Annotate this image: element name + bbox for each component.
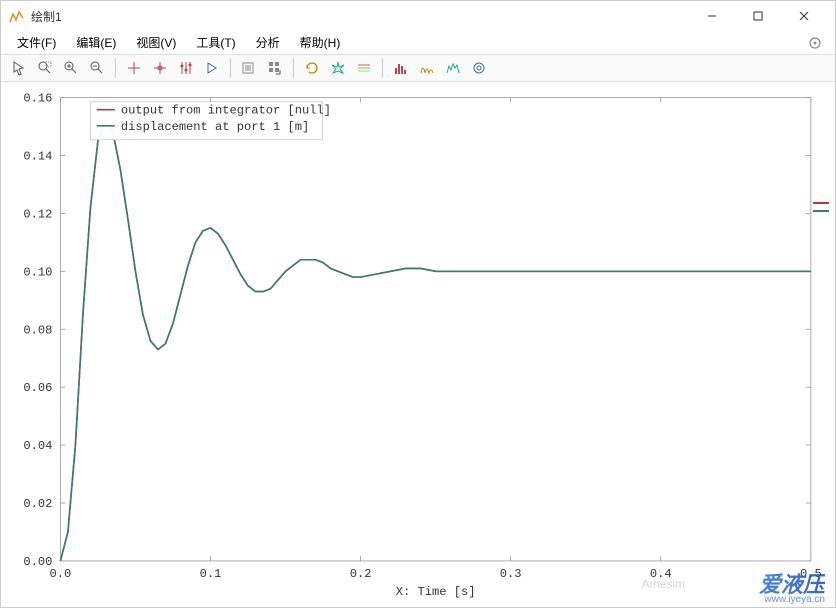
svg-text:0.5: 0.5 [800,567,822,581]
series2-mark [813,210,829,212]
toolbar [1,55,835,82]
settings-icon[interactable] [807,35,823,51]
svg-text:0.16: 0.16 [23,92,52,106]
svg-text:0.04: 0.04 [23,439,52,453]
svg-text:0.4: 0.4 [650,567,672,581]
svg-text:displacement at port 1 [m]: displacement at port 1 [m] [121,120,309,134]
menu-help[interactable]: 帮助(H) [290,31,351,54]
window-controls [689,1,827,31]
app-window: 绘制1 文件(F) 编辑(E) 视图(V) 工具(T) 分析 帮助(H) [0,0,836,608]
histogram-tool[interactable] [389,56,413,80]
zoom-in-tool[interactable] [59,56,83,80]
plot-area[interactable]: 0.0 0.1 0.2 0.3 0.4 0.5 0.00 0.02 0.04 0.06 0.08 0.… [1,82,835,607]
play-tool[interactable] [200,56,224,80]
svg-text:0.2: 0.2 [350,567,372,581]
plot-canvas[interactable]: 0.0 0.1 0.2 0.3 0.4 0.5 0.00 0.02 0.04 0.06 0.08 0.… [5,86,831,603]
svg-text:0.3: 0.3 [500,567,522,581]
menu-edit[interactable]: 编辑(E) [66,31,126,54]
layers-tool[interactable] [352,56,376,80]
series1-mark [813,202,829,204]
zoom-out-tool[interactable] [85,56,109,80]
menu-bar: 文件(F) 编辑(E) 视图(V) 工具(T) 分析 帮助(H) [1,31,835,55]
pointer-tool[interactable] [7,56,31,80]
maximize-button[interactable] [735,1,781,31]
minimize-button[interactable] [689,1,735,31]
menu-file[interactable]: 文件(F) [7,31,66,54]
grid-tool[interactable] [263,56,287,80]
title-bar: 绘制1 [1,1,835,31]
svg-text:0.08: 0.08 [23,324,52,338]
svg-text:0.12: 0.12 [23,208,52,222]
svg-text:0.06: 0.06 [23,381,52,395]
svg-text:0.0: 0.0 [50,567,72,581]
fft-tool[interactable] [415,56,439,80]
menu-view[interactable]: 视图(V) [126,31,186,54]
crosshair-tool[interactable] [122,56,146,80]
menu-analysis[interactable]: 分析 [246,31,290,54]
svg-text:0.14: 0.14 [23,150,52,164]
spectrum-tool[interactable] [441,56,465,80]
series-color-marks [813,202,829,212]
sliders-tool[interactable] [174,56,198,80]
menu-tools[interactable]: 工具(T) [186,31,245,54]
close-button[interactable] [781,1,827,31]
svg-text:output from integrator [null]: output from integrator [null] [121,104,331,118]
app-icon [9,8,25,24]
circle-tool[interactable] [467,56,491,80]
svg-text:X: Time [s]: X: Time [s] [396,585,476,599]
svg-text:0.02: 0.02 [23,497,52,511]
star-tool[interactable] [326,56,350,80]
svg-text:0.00: 0.00 [23,555,52,569]
window-title: 绘制1 [31,8,689,25]
zoom-area-tool[interactable] [33,56,57,80]
list-tool[interactable] [237,56,261,80]
svg-text:0.1: 0.1 [200,567,222,581]
svg-text:0.10: 0.10 [23,266,52,280]
crosshair2-tool[interactable] [148,56,172,80]
refresh-tool[interactable] [300,56,324,80]
